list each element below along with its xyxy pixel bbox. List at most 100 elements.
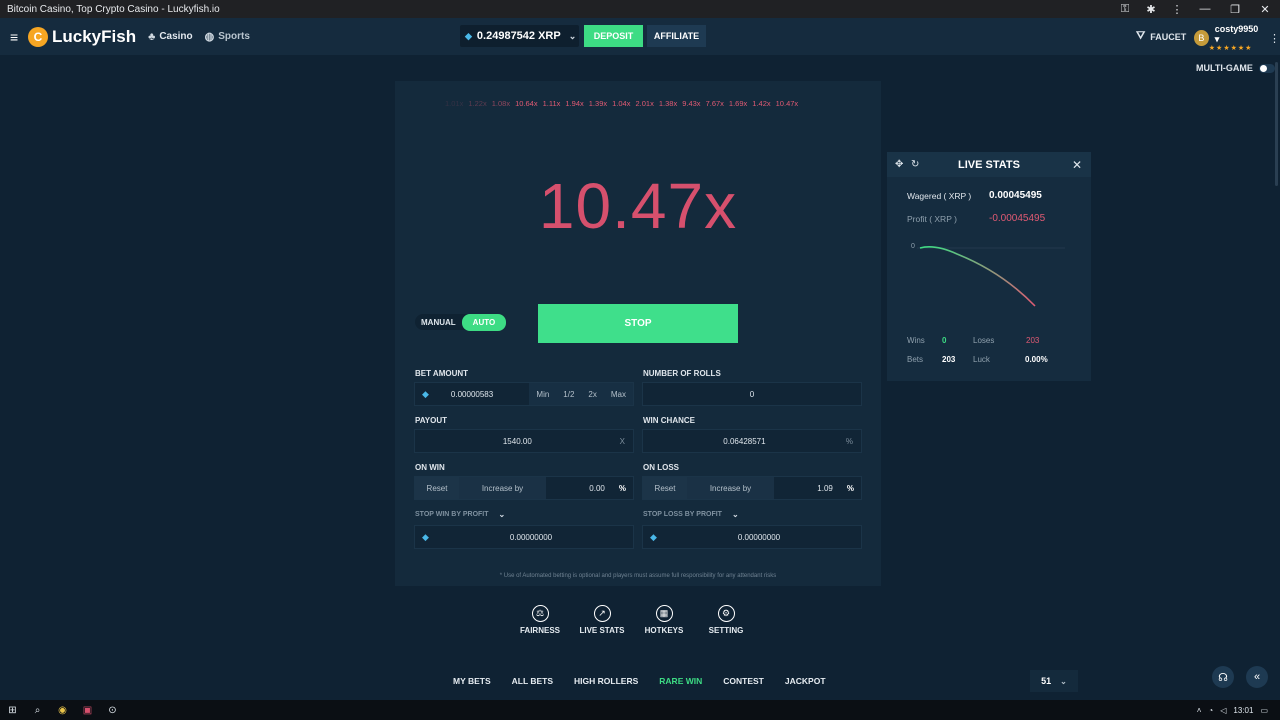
wallet-selector[interactable]: ◆ 0.24987542 XRP ⌄ xyxy=(460,25,579,47)
history-chip: 1.38x xyxy=(658,99,678,108)
browser-menu-icon[interactable]: ⋮ xyxy=(1164,3,1190,16)
stop-autobet-button[interactable]: STOP xyxy=(538,304,738,343)
mode-manual-tab[interactable]: MANUAL xyxy=(415,318,462,327)
deposit-button[interactable]: DEPOSIT xyxy=(584,25,643,47)
toggle-switch[interactable] xyxy=(1258,63,1275,73)
live-stats-header: ✥ ↻ LIVE STATS ✕ xyxy=(887,152,1091,177)
history-chip: 10.64x xyxy=(515,99,538,108)
win-chance-input[interactable]: 0.06428571 xyxy=(643,437,846,446)
bet-double-button[interactable]: 2x xyxy=(581,383,604,405)
wallet-balance: 0.24987542 XRP xyxy=(476,30,561,42)
app-icon[interactable]: ▣ xyxy=(75,705,100,716)
xrp-coin-icon: ◆ xyxy=(422,531,429,542)
fairness-button[interactable]: ⚖ FAIRNESS xyxy=(509,605,571,635)
hamburger-menu-icon[interactable]: ≡ xyxy=(10,29,24,45)
restore-icon[interactable]: ❐ xyxy=(1220,3,1250,16)
on-win-increase-button[interactable]: Increase by xyxy=(459,477,546,499)
rolls-field[interactable]: 0 xyxy=(642,382,862,406)
roll-history: 1.01x 1.22x 1.08x 10.64x 1.11x 1.94x 1.39x 1.04… xyxy=(445,99,798,108)
tab-my-bets[interactable]: MY BETS xyxy=(453,676,491,686)
stop-loss-field[interactable]: ◆ 0.00000000 xyxy=(642,525,862,549)
on-win-pct: % xyxy=(618,483,626,493)
support-icon[interactable]: ☊ xyxy=(1212,666,1234,688)
bet-half-button[interactable]: 1/2 xyxy=(556,383,582,405)
keyboard-icon: ▦ xyxy=(655,605,673,622)
search-icon[interactable]: ⌕ xyxy=(25,705,50,716)
nav-sports-label: Sports xyxy=(218,31,250,42)
close-window-icon[interactable]: ✕ xyxy=(1250,3,1280,16)
bet-min-button[interactable]: Min xyxy=(529,383,557,405)
key-icon[interactable]: ⚿ xyxy=(1112,3,1138,16)
close-icon[interactable]: ✕ xyxy=(1072,158,1082,172)
clock[interactable]: 13:01 xyxy=(1233,706,1253,715)
rows-count-select[interactable]: 51 ⌄ xyxy=(1030,670,1078,692)
move-icon[interactable]: ✥ xyxy=(895,159,903,170)
multi-game-label: MULTI-GAME xyxy=(1196,63,1253,73)
bets-tabs: MY BETS ALL BETS HIGH ROLLERS RARE WIN C… xyxy=(453,676,826,686)
faucet-button[interactable]: ⛛ FAUCET xyxy=(1136,30,1186,43)
bet-mode-switch[interactable]: MANUAL AUTO xyxy=(415,313,507,331)
payout-field[interactable]: 1540.00 X xyxy=(414,429,634,453)
stop-win-input[interactable]: 0.00000000 xyxy=(429,533,633,542)
on-loss-input[interactable]: 1.09 xyxy=(774,484,847,493)
multi-game-toggle[interactable]: MULTI-GAME xyxy=(1196,63,1275,73)
tab-all-bets[interactable]: ALL BETS xyxy=(512,676,553,686)
bet-amount-input[interactable]: 0.00000583 xyxy=(429,390,529,399)
nav-casino[interactable]: ♣ Casino xyxy=(148,31,193,43)
history-chip: 1.01x xyxy=(445,99,464,108)
mode-auto-tab[interactable]: AUTO xyxy=(461,313,507,331)
wins-label: Wins xyxy=(907,336,925,345)
luck-label: Luck xyxy=(973,355,990,364)
stop-win-dropdown[interactable]: STOP WIN BY PROFIT ⌄ xyxy=(415,510,505,519)
stop-win-field[interactable]: ◆ 0.00000000 xyxy=(414,525,634,549)
live-stats-button[interactable]: ↗ LIVE STATS xyxy=(571,605,633,635)
setting-button[interactable]: ⚙ SETTING xyxy=(695,605,757,635)
tab-jackpot[interactable]: JACKPOT xyxy=(785,676,826,686)
minimize-icon[interactable]: — xyxy=(1190,3,1220,16)
on-loss-reset-button[interactable]: Reset xyxy=(643,477,687,499)
logo[interactable]: C LuckyFish xyxy=(28,26,136,47)
on-win-reset-button[interactable]: Reset xyxy=(415,477,459,499)
volume-icon[interactable]: ◁ xyxy=(1220,706,1226,715)
windows-start-icon[interactable]: ⊞ xyxy=(0,705,25,716)
history-chip: 7.67x xyxy=(705,99,724,108)
bet-max-button[interactable]: Max xyxy=(603,383,633,405)
payout-input[interactable]: 1540.00 xyxy=(415,437,620,446)
win-chance-field[interactable]: 0.06428571 % xyxy=(642,429,862,453)
hotkeys-button[interactable]: ▦ HOTKEYS xyxy=(633,605,695,635)
refresh-icon[interactable]: ↻ xyxy=(911,159,919,170)
more-options-icon[interactable]: ⋮ xyxy=(1269,32,1280,45)
history-chip: 1.11x xyxy=(542,99,561,108)
page-scrollbar[interactable] xyxy=(1275,62,1278,186)
bet-amount-label: BET AMOUNT xyxy=(415,369,469,378)
stop-loss-input[interactable]: 0.00000000 xyxy=(657,533,861,542)
affiliate-button[interactable]: AFFILIATE xyxy=(647,25,706,47)
on-win-label: ON WIN xyxy=(415,463,445,472)
on-win-input[interactable]: 0.00 xyxy=(546,484,619,493)
collapse-chat-icon[interactable]: « xyxy=(1246,666,1268,688)
history-chip: 1.69x xyxy=(728,99,748,108)
chrome-icon[interactable]: ◉ xyxy=(50,705,75,716)
network-icon[interactable]: ◔ xyxy=(1208,706,1213,715)
history-chip: 10.47x xyxy=(775,99,799,108)
notifications-icon[interactable]: ▭ xyxy=(1260,706,1268,715)
tab-rare-win[interactable]: RARE WIN xyxy=(659,676,702,686)
rolls-input[interactable]: 0 xyxy=(643,390,861,399)
tray-chevron-icon[interactable]: ˄ xyxy=(1197,706,1202,715)
settings-app-icon[interactable]: ⊙ xyxy=(100,705,125,716)
tab-high-rollers[interactable]: HIGH ROLLERS xyxy=(574,676,638,686)
nav-sports[interactable]: ◍ Sports xyxy=(205,30,250,43)
user-menu[interactable]: B costy9950 ▾ ★★★★★★ ⋮ xyxy=(1194,24,1280,52)
stop-loss-label: STOP LOSS BY PROFIT xyxy=(643,511,722,518)
stop-loss-dropdown[interactable]: STOP LOSS BY PROFIT ⌄ xyxy=(643,510,739,519)
tab-contest[interactable]: CONTEST xyxy=(723,676,764,686)
dice-game-panel: 1.01x 1.22x 1.08x 10.64x 1.11x 1.94x 1.39x 1.04… xyxy=(395,81,881,586)
extensions-icon[interactable]: ✱ xyxy=(1138,3,1164,16)
bet-amount-field[interactable]: ◆ 0.00000583 Min 1/2 2x Max xyxy=(414,382,634,406)
on-loss-increase-button[interactable]: Increase by xyxy=(687,477,774,499)
history-chip: 1.04x xyxy=(612,99,631,108)
chevron-down-icon: ⌄ xyxy=(498,510,506,519)
chart-line-icon: ↗ xyxy=(593,605,611,622)
on-loss-label: ON LOSS xyxy=(643,463,680,472)
logo-mark-icon: C xyxy=(28,26,48,47)
